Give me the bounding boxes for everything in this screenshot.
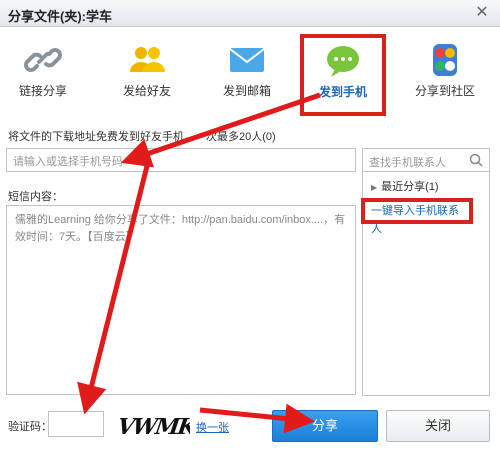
tab-label: 分享到社区 [414,84,475,98]
phone-number-input[interactable]: 请输入或选择手机号码 [6,148,356,172]
tab-label: 链接分享 [18,84,67,98]
captcha-image: VWMK [118,414,190,440]
sms-content-label: 短信内容： [8,191,63,203]
search-icon[interactable] [469,153,483,167]
sms-icon [327,46,359,77]
expand-triangle-icon: ▶ [371,183,378,192]
contact-panel: ▶ 最近分享(1) 一键导入手机联系人 [361,172,490,396]
close-icon[interactable]: ✕ [472,3,492,23]
search-placeholder: 查找手机联系人 [369,157,446,169]
tab-send-phone[interactable]: 发到手机 [300,34,386,116]
import-phone-contacts-button[interactable]: 一键导入手机联系人 [361,198,473,235]
close-button[interactable]: 关闭 [386,410,490,442]
tab-send-friend[interactable]: 发给好友 [104,34,190,112]
sms-content-textarea[interactable]: 儒雅的Learning 给你分享了文件：http://pan.baidu.com… [6,205,356,395]
community-icon [433,44,457,76]
recent-shares-label: 最近分享(1) [381,181,439,193]
recent-shares-group[interactable]: ▶ 最近分享(1) [371,178,439,194]
captcha-label: 验证码： [8,421,52,433]
tab-send-email[interactable]: 发到邮箱 [204,34,290,112]
send-description: 将文件的下载地址免费发到好友手机，一次最多20人(0) [8,131,276,143]
mail-icon [229,48,265,72]
title-bar: 分享文件(夹):学车 ✕ [0,0,500,27]
share-tabs: 链接分享 发给好友 发到邮箱 发到手机 分享到社区 [0,28,500,116]
tab-label: 发到邮箱 [222,84,271,98]
refresh-captcha-link[interactable]: 换一张 [196,419,229,435]
link-icon [24,48,62,72]
captcha-code: VWMK [118,414,190,440]
share-button[interactable]: 分享 [272,410,378,442]
tab-share-community[interactable]: 分享到社区 [402,34,488,112]
contact-search-input[interactable]: 查找手机联系人 [362,148,490,172]
tab-link-share[interactable]: 链接分享 [0,34,86,112]
tab-label: 发到手机 [318,85,367,99]
friends-icon [130,47,165,72]
tab-label: 发给好友 [122,84,171,98]
window-title: 分享文件(夹):学车 [8,9,112,24]
captcha-input[interactable] [48,411,104,437]
